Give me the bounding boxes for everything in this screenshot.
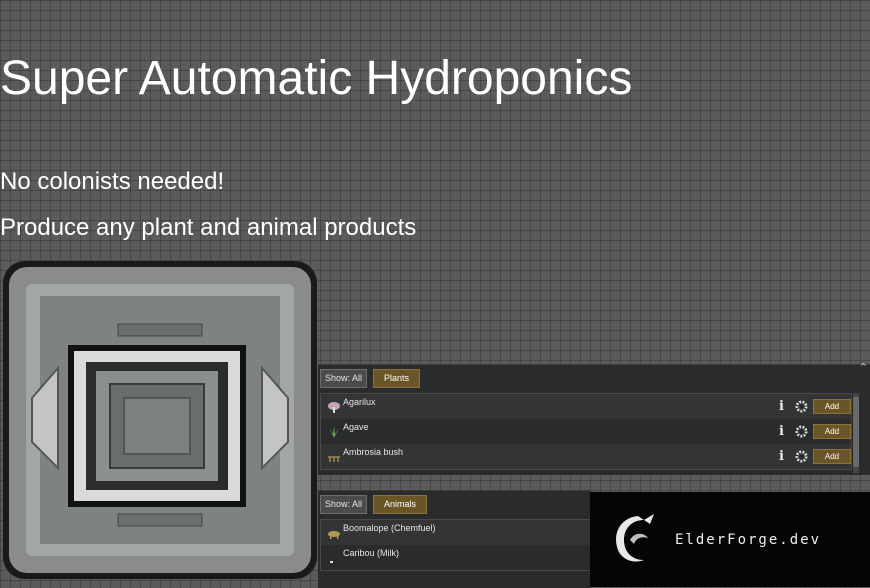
- page-title: Super Automatic Hydroponics: [0, 52, 633, 105]
- plant-name: Ambrosia bush: [343, 447, 404, 457]
- plants-scrollbar[interactable]: [852, 393, 859, 473]
- animals-show-all-button[interactable]: Show: All: [320, 495, 368, 514]
- list-item: Caribou (Milk): [321, 545, 591, 570]
- elderforge-logo: ElderForge.dev: [590, 492, 870, 587]
- animals-category-button[interactable]: Animals: [373, 495, 428, 514]
- list-item: Agave i Add: [321, 419, 851, 444]
- animal-name: Boomalope (Chemfuel): [343, 523, 436, 533]
- tagline-no-colonists: No colonists needed!: [0, 168, 225, 195]
- info-icon[interactable]: i: [779, 449, 784, 464]
- boomalope-icon: [328, 531, 340, 539]
- animals-panel: Show: All Animals Boomalope (Chemfuel) C…: [318, 490, 592, 588]
- plants-show-all-button[interactable]: Show: All: [320, 369, 368, 388]
- bush-icon: [328, 456, 340, 462]
- chevron-up-icon[interactable]: ⌃: [859, 361, 868, 374]
- gear-icon[interactable]: [795, 450, 808, 463]
- plant-name: Agarilux: [343, 397, 376, 407]
- agave-icon: [329, 426, 339, 438]
- plants-category-button[interactable]: Plants: [373, 369, 421, 388]
- info-icon[interactable]: i: [779, 399, 784, 414]
- list-item: Agarilux i Add: [321, 394, 851, 419]
- list-item: Boomalope (Chemfuel): [321, 520, 591, 545]
- animals-list: Boomalope (Chemfuel) Caribou (Milk): [320, 519, 592, 571]
- plant-name: Agave: [343, 422, 369, 432]
- scrollbar-thumb[interactable]: [853, 397, 859, 467]
- add-agarilux-button[interactable]: Add: [813, 399, 851, 414]
- mushroom-icon: [328, 402, 340, 413]
- plants-list: Agarilux i Add Agave i Add Ambrosia bush…: [320, 393, 852, 470]
- gear-icon[interactable]: [795, 400, 808, 413]
- hydroponics-building-image: [3, 261, 317, 579]
- caribou-icon: [330, 561, 333, 563]
- gear-icon[interactable]: [795, 425, 808, 438]
- dragon-logo-icon: [616, 514, 654, 562]
- plants-panel: Show: All Plants ⌃ Agarilux i Add Agave …: [318, 361, 870, 475]
- logo-text: ElderForge.dev: [675, 532, 822, 548]
- add-ambrosia-button[interactable]: Add: [813, 449, 851, 464]
- tagline-products: Produce any plant and animal products: [0, 214, 417, 241]
- animal-name: Caribou (Milk): [343, 548, 400, 558]
- list-item: Ambrosia bush i Add: [321, 444, 851, 469]
- add-agave-button[interactable]: Add: [813, 424, 851, 439]
- info-icon[interactable]: i: [779, 424, 784, 439]
